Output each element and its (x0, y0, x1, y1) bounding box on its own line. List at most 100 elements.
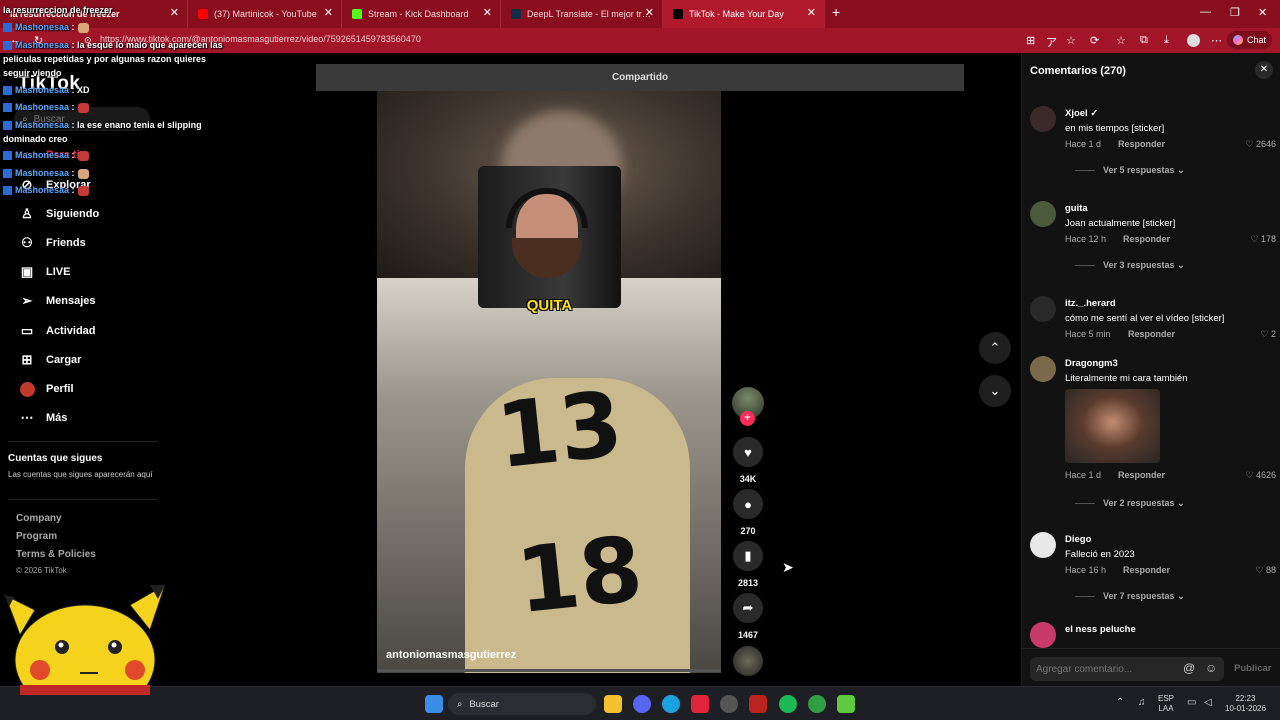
network-icon[interactable]: ▭ (1187, 697, 1196, 708)
reply-button[interactable]: Responder (1118, 139, 1165, 149)
tab-close-icon[interactable]: ✕ (483, 8, 492, 19)
comment-username[interactable]: el ness peluche (1065, 624, 1136, 635)
close-comments-icon[interactable]: ✕ (1255, 61, 1273, 79)
comment-like-button[interactable]: ♡ 2 (1260, 329, 1276, 340)
next-video-button[interactable]: ⌄ (979, 375, 1011, 407)
sidebar-item-friends[interactable]: ⚇ Friends (18, 235, 86, 251)
view-replies-button[interactable]: Ver 5 respuestas ⌄ (1075, 165, 1185, 176)
view-replies-button[interactable]: Ver 7 respuestas ⌄ (1075, 591, 1185, 602)
comment-text: Joan actualmente [sticker] (1065, 218, 1176, 229)
obs-icon[interactable] (720, 695, 738, 713)
restore-icon[interactable]: ❐ (1230, 6, 1240, 19)
comment-username[interactable]: Diego (1065, 534, 1091, 545)
like-action[interactable]: ♥ 34K (732, 437, 764, 484)
share-icon[interactable]: ➦ (733, 593, 763, 623)
favorite-star-icon[interactable]: ☆ (1066, 34, 1076, 47)
comment-avatar[interactable] (1030, 106, 1056, 132)
follow-plus-icon[interactable]: + (740, 411, 755, 426)
footer-program-link[interactable]: Program (16, 531, 57, 542)
new-tab-button[interactable]: + (832, 4, 840, 20)
comment-like-button[interactable]: ♡ 4626 (1245, 470, 1276, 481)
emoji-icon[interactable]: ☺ (1205, 661, 1217, 675)
tab-tiktok[interactable]: TikTok - Make Your Day ✕ (663, 0, 825, 28)
comment-username[interactable]: itz._.herard (1065, 298, 1116, 309)
tab-close-icon[interactable]: ✕ (645, 8, 654, 19)
sidebar-item-live[interactable]: ▣ LIVE (18, 264, 71, 280)
tab-kick[interactable]: Stream - Kick Dashboard ✕ (342, 0, 501, 28)
discord-icon[interactable] (633, 695, 651, 713)
sidebar-item-siguiendo[interactable]: ♙ Siguiendo (18, 206, 99, 222)
sidebar-item-cargar[interactable]: ⊞ Cargar (18, 352, 82, 368)
clock[interactable]: 22:23 10-01-2026 (1225, 694, 1266, 714)
share-action[interactable]: ➦ 1467 (732, 593, 764, 640)
comment-username[interactable]: Dragongm3 (1065, 358, 1118, 369)
microphone-icon[interactable]: ♫ (1138, 697, 1146, 708)
tab-close-icon[interactable]: ✕ (807, 8, 816, 19)
reply-button[interactable]: Responder (1123, 234, 1170, 244)
close-window-icon[interactable]: ✕ (1258, 6, 1267, 19)
music-disc-icon[interactable] (733, 646, 763, 676)
publish-button[interactable]: Publicar (1234, 663, 1272, 674)
tab-close-icon[interactable]: ✕ (324, 8, 333, 19)
video-app-icon[interactable] (691, 695, 709, 713)
tab-youtube[interactable]: (37) Martinicok - YouTube ✕ (188, 0, 342, 28)
edge-icon[interactable] (662, 695, 680, 713)
save-action[interactable]: ▮ 2813 (732, 541, 764, 588)
translate-icon[interactable]: ア (1046, 34, 1057, 50)
collections-icon[interactable]: ⧉ (1140, 34, 1148, 47)
sidebar-item-mensajes[interactable]: ➢ Mensajes (18, 293, 96, 309)
footer-company-link[interactable]: Company (16, 513, 62, 524)
file-explorer-icon[interactable] (604, 695, 622, 713)
spotify-icon[interactable] (779, 695, 797, 713)
chat-username: Mashonesaa (15, 102, 70, 112)
comment-like-button[interactable]: ♡ 178 (1250, 234, 1276, 245)
comment-icon[interactable]: ● (733, 489, 763, 519)
minecraft-icon[interactable] (837, 695, 855, 713)
copilot-chat-button[interactable]: Chat (1226, 31, 1272, 49)
minimize-icon[interactable]: — (1200, 6, 1211, 18)
volume-icon[interactable]: ◁ (1204, 697, 1212, 708)
comment-like-button[interactable]: ♡ 88 (1255, 565, 1276, 576)
download-icon[interactable]: ⤓ (1164, 34, 1169, 47)
taskbar-search[interactable]: ⌕ Buscar (448, 693, 596, 715)
language-indicator[interactable]: ESP LAA (1158, 694, 1174, 714)
view-replies-button[interactable]: Ver 2 respuestas ⌄ (1075, 498, 1185, 509)
video-progress-bar[interactable] (377, 669, 721, 672)
favorites-icon[interactable]: ☆ (1116, 34, 1126, 47)
comment-action[interactable]: ● 270 (732, 489, 764, 536)
comment-avatar[interactable] (1030, 201, 1056, 227)
windows-start-icon[interactable] (425, 695, 443, 713)
menu-dots-icon[interactable]: ⋯ (1211, 34, 1222, 47)
previous-video-button[interactable]: ⌃ (979, 332, 1011, 364)
profile-icon (18, 381, 36, 398)
mention-icon[interactable]: @ (1183, 661, 1195, 675)
apps-icon[interactable]: ⊞ (1026, 34, 1035, 47)
comment-username[interactable]: guita (1065, 203, 1088, 214)
comment-avatar[interactable] (1030, 296, 1056, 322)
reply-button[interactable]: Responder (1128, 329, 1175, 339)
comment-username[interactable]: Xjoel ✓ (1065, 108, 1098, 119)
chatgpt-icon[interactable] (808, 695, 826, 713)
comment-avatar[interactable] (1030, 356, 1056, 382)
bookmark-icon[interactable]: ▮ (733, 541, 763, 571)
tray-chevron-up-icon[interactable]: ⌃ (1116, 697, 1124, 708)
tab-deepl[interactable]: DeepL Translate - El mejor traductor ✕ (501, 0, 663, 28)
video-author-name[interactable]: antoniomasmasgutierrez (386, 649, 516, 661)
profile-avatar-icon[interactable] (1187, 34, 1200, 47)
sidebar-item-actividad[interactable]: ▭ Actividad (18, 323, 96, 339)
view-replies-button[interactable]: Ver 3 respuestas ⌄ (1075, 260, 1185, 271)
reply-button[interactable]: Responder (1123, 565, 1170, 575)
footer-terms-link[interactable]: Terms & Policies (16, 549, 96, 560)
chat-message: Mashonesaa : XD (3, 85, 90, 96)
comments-panel: Comentarios (270) ✕ Xjoel ✓ en mis tiemp… (1021, 53, 1280, 686)
extensions-icon[interactable]: ⟳ (1090, 34, 1099, 47)
valorant-icon[interactable] (749, 695, 767, 713)
comment-avatar[interactable] (1030, 532, 1056, 558)
reply-button[interactable]: Responder (1118, 470, 1165, 480)
comment-avatar[interactable] (1030, 622, 1056, 648)
tab-close-icon[interactable]: ✕ (170, 8, 179, 19)
sidebar-item-mas[interactable]: ⋯ Más (18, 410, 68, 426)
heart-icon[interactable]: ♥ (733, 437, 763, 467)
sidebar-item-perfil[interactable]: Perfil (18, 381, 74, 398)
comment-like-button[interactable]: ♡ 2646 (1245, 139, 1276, 150)
